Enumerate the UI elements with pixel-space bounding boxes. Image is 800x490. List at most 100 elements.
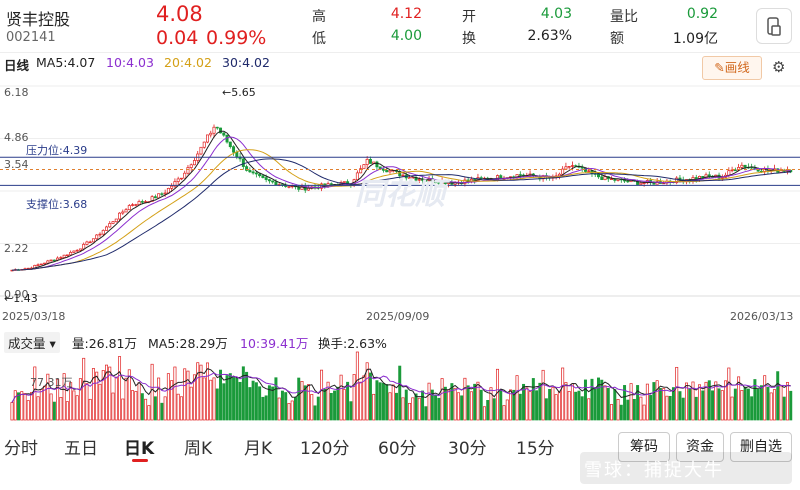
- volume-bar-138: [460, 395, 464, 421]
- volume-bar-33: [118, 356, 122, 421]
- volume-bar-196: [649, 395, 653, 421]
- volume-bar-226: [746, 388, 750, 421]
- period-label[interactable]: 日线: [4, 55, 29, 74]
- volume-bar-233: [769, 392, 773, 421]
- volume-bar-135: [450, 383, 454, 421]
- candle-body-77: [261, 175, 265, 178]
- volume-bar-32: [114, 376, 118, 421]
- volume-chart[interactable]: 77.31万: [0, 350, 800, 422]
- volume-bar-227: [750, 396, 754, 421]
- volume-bar-84: [284, 392, 288, 421]
- y-tick-0: 6.18: [4, 86, 29, 99]
- volume-bar-79: [267, 385, 271, 421]
- tab-15min[interactable]: 15分: [516, 434, 555, 459]
- volume-bar-152: [505, 399, 509, 421]
- volume-bar-225: [743, 386, 747, 421]
- candle-body-56: [192, 160, 196, 166]
- volume-bar-107: [359, 381, 363, 421]
- volume-bar-62: [212, 377, 216, 421]
- settings-icon[interactable]: ⚙: [772, 58, 785, 76]
- volume-bar-191: [632, 398, 636, 421]
- volume-bar-194: [642, 404, 646, 421]
- candle-body-193: [639, 182, 643, 185]
- volume-bar-8: [36, 396, 40, 421]
- volume-bar-20: [75, 395, 79, 421]
- candle-body-19: [72, 250, 76, 253]
- candle-body-61: [209, 132, 213, 136]
- volume-bar-217: [717, 388, 721, 421]
- high-value: 4.12: [390, 6, 422, 22]
- volume-bar-74: [251, 380, 255, 421]
- y-tick-2: 3.54: [4, 158, 29, 171]
- volume-bar-167: [554, 394, 558, 421]
- kline-chart[interactable]: 同花顺 6.18 4.86 3.54 2.22 0.90 压力位:4.39 支撑…: [0, 82, 800, 326]
- candle-body-30: [108, 223, 112, 228]
- candle-body-31: [111, 221, 115, 224]
- volume-bar-81: [274, 377, 278, 421]
- volume-bar-47: [163, 396, 167, 421]
- vol-ratio-label: 量比: [610, 9, 638, 25]
- low-label: 低: [312, 31, 326, 47]
- volume-bar-38: [134, 391, 138, 421]
- candle-body-54: [186, 167, 190, 174]
- volume-bar-114: [381, 383, 385, 421]
- candle-body-221: [730, 169, 734, 172]
- candle-body-52: [179, 177, 183, 180]
- tab-timeshare[interactable]: 分时: [4, 434, 38, 459]
- x-tick-0: 2025/03/18: [2, 310, 65, 323]
- volume-bar-43: [150, 363, 154, 421]
- volume-bar-171: [567, 391, 571, 421]
- candle-body-21: [78, 248, 82, 251]
- tab-daily-k[interactable]: 日K: [124, 434, 154, 459]
- volume-bar-95: [320, 369, 324, 421]
- phone-view-button[interactable]: [756, 8, 792, 44]
- tab-five-day[interactable]: 五日: [64, 434, 98, 459]
- tab-weekly-k[interactable]: 周K: [184, 434, 212, 459]
- candle-body-79: [267, 179, 271, 182]
- volume-bar-100: [336, 386, 340, 421]
- candle-body-81: [274, 181, 278, 186]
- candle-body-80: [271, 180, 275, 183]
- draw-line-button[interactable]: ✎画线: [702, 56, 762, 80]
- candle-body-23: [85, 241, 89, 245]
- volume-bar-98: [329, 392, 333, 421]
- volume-bar-19: [72, 390, 76, 421]
- volume-bar-193: [639, 396, 643, 421]
- tab-30min[interactable]: 30分: [448, 434, 487, 459]
- tab-120min[interactable]: 120分: [300, 434, 349, 459]
- volume-bar-23: [85, 383, 89, 421]
- volume-bar-144: [479, 389, 483, 421]
- volume-bar-202: [668, 395, 672, 421]
- volume-bar-111: [372, 393, 376, 421]
- volume-bar-203: [671, 387, 675, 421]
- volume-bar-35: [124, 377, 128, 421]
- volume-bar-179: [593, 387, 597, 421]
- volume-bar-12: [49, 393, 53, 421]
- volume-bar-147: [489, 387, 493, 421]
- volume-bar-215: [711, 390, 715, 421]
- candle-body-67: [228, 141, 232, 148]
- volume-bar-116: [388, 392, 392, 421]
- support-label: 支撑位:3.68: [26, 197, 87, 211]
- low-value: 4.00: [390, 28, 422, 44]
- volume-bar-208: [688, 388, 692, 421]
- candle-body-69: [235, 151, 239, 158]
- candle-body-189: [626, 180, 630, 183]
- volume-bar-0: [10, 402, 14, 421]
- price-change: 0.04: [156, 27, 199, 49]
- turnover-label: 换: [462, 31, 476, 47]
- candle-body-26: [95, 234, 99, 240]
- volume-bar-120: [401, 397, 405, 421]
- volume-bar-185: [613, 389, 617, 421]
- volume-bar-10: [43, 385, 47, 421]
- volume-bar-200: [662, 388, 666, 421]
- volume-bar-6: [30, 392, 34, 421]
- turnover-value: 2.63%: [527, 28, 572, 44]
- open-value: 4.03: [540, 6, 572, 22]
- tab-monthly-k[interactable]: 月K: [244, 434, 272, 459]
- volume-bar-161: [535, 390, 539, 421]
- candle-body-60: [206, 134, 209, 143]
- candle-body-156: [518, 174, 522, 176]
- candle-body-36: [127, 205, 131, 211]
- tab-60min[interactable]: 60分: [378, 434, 417, 459]
